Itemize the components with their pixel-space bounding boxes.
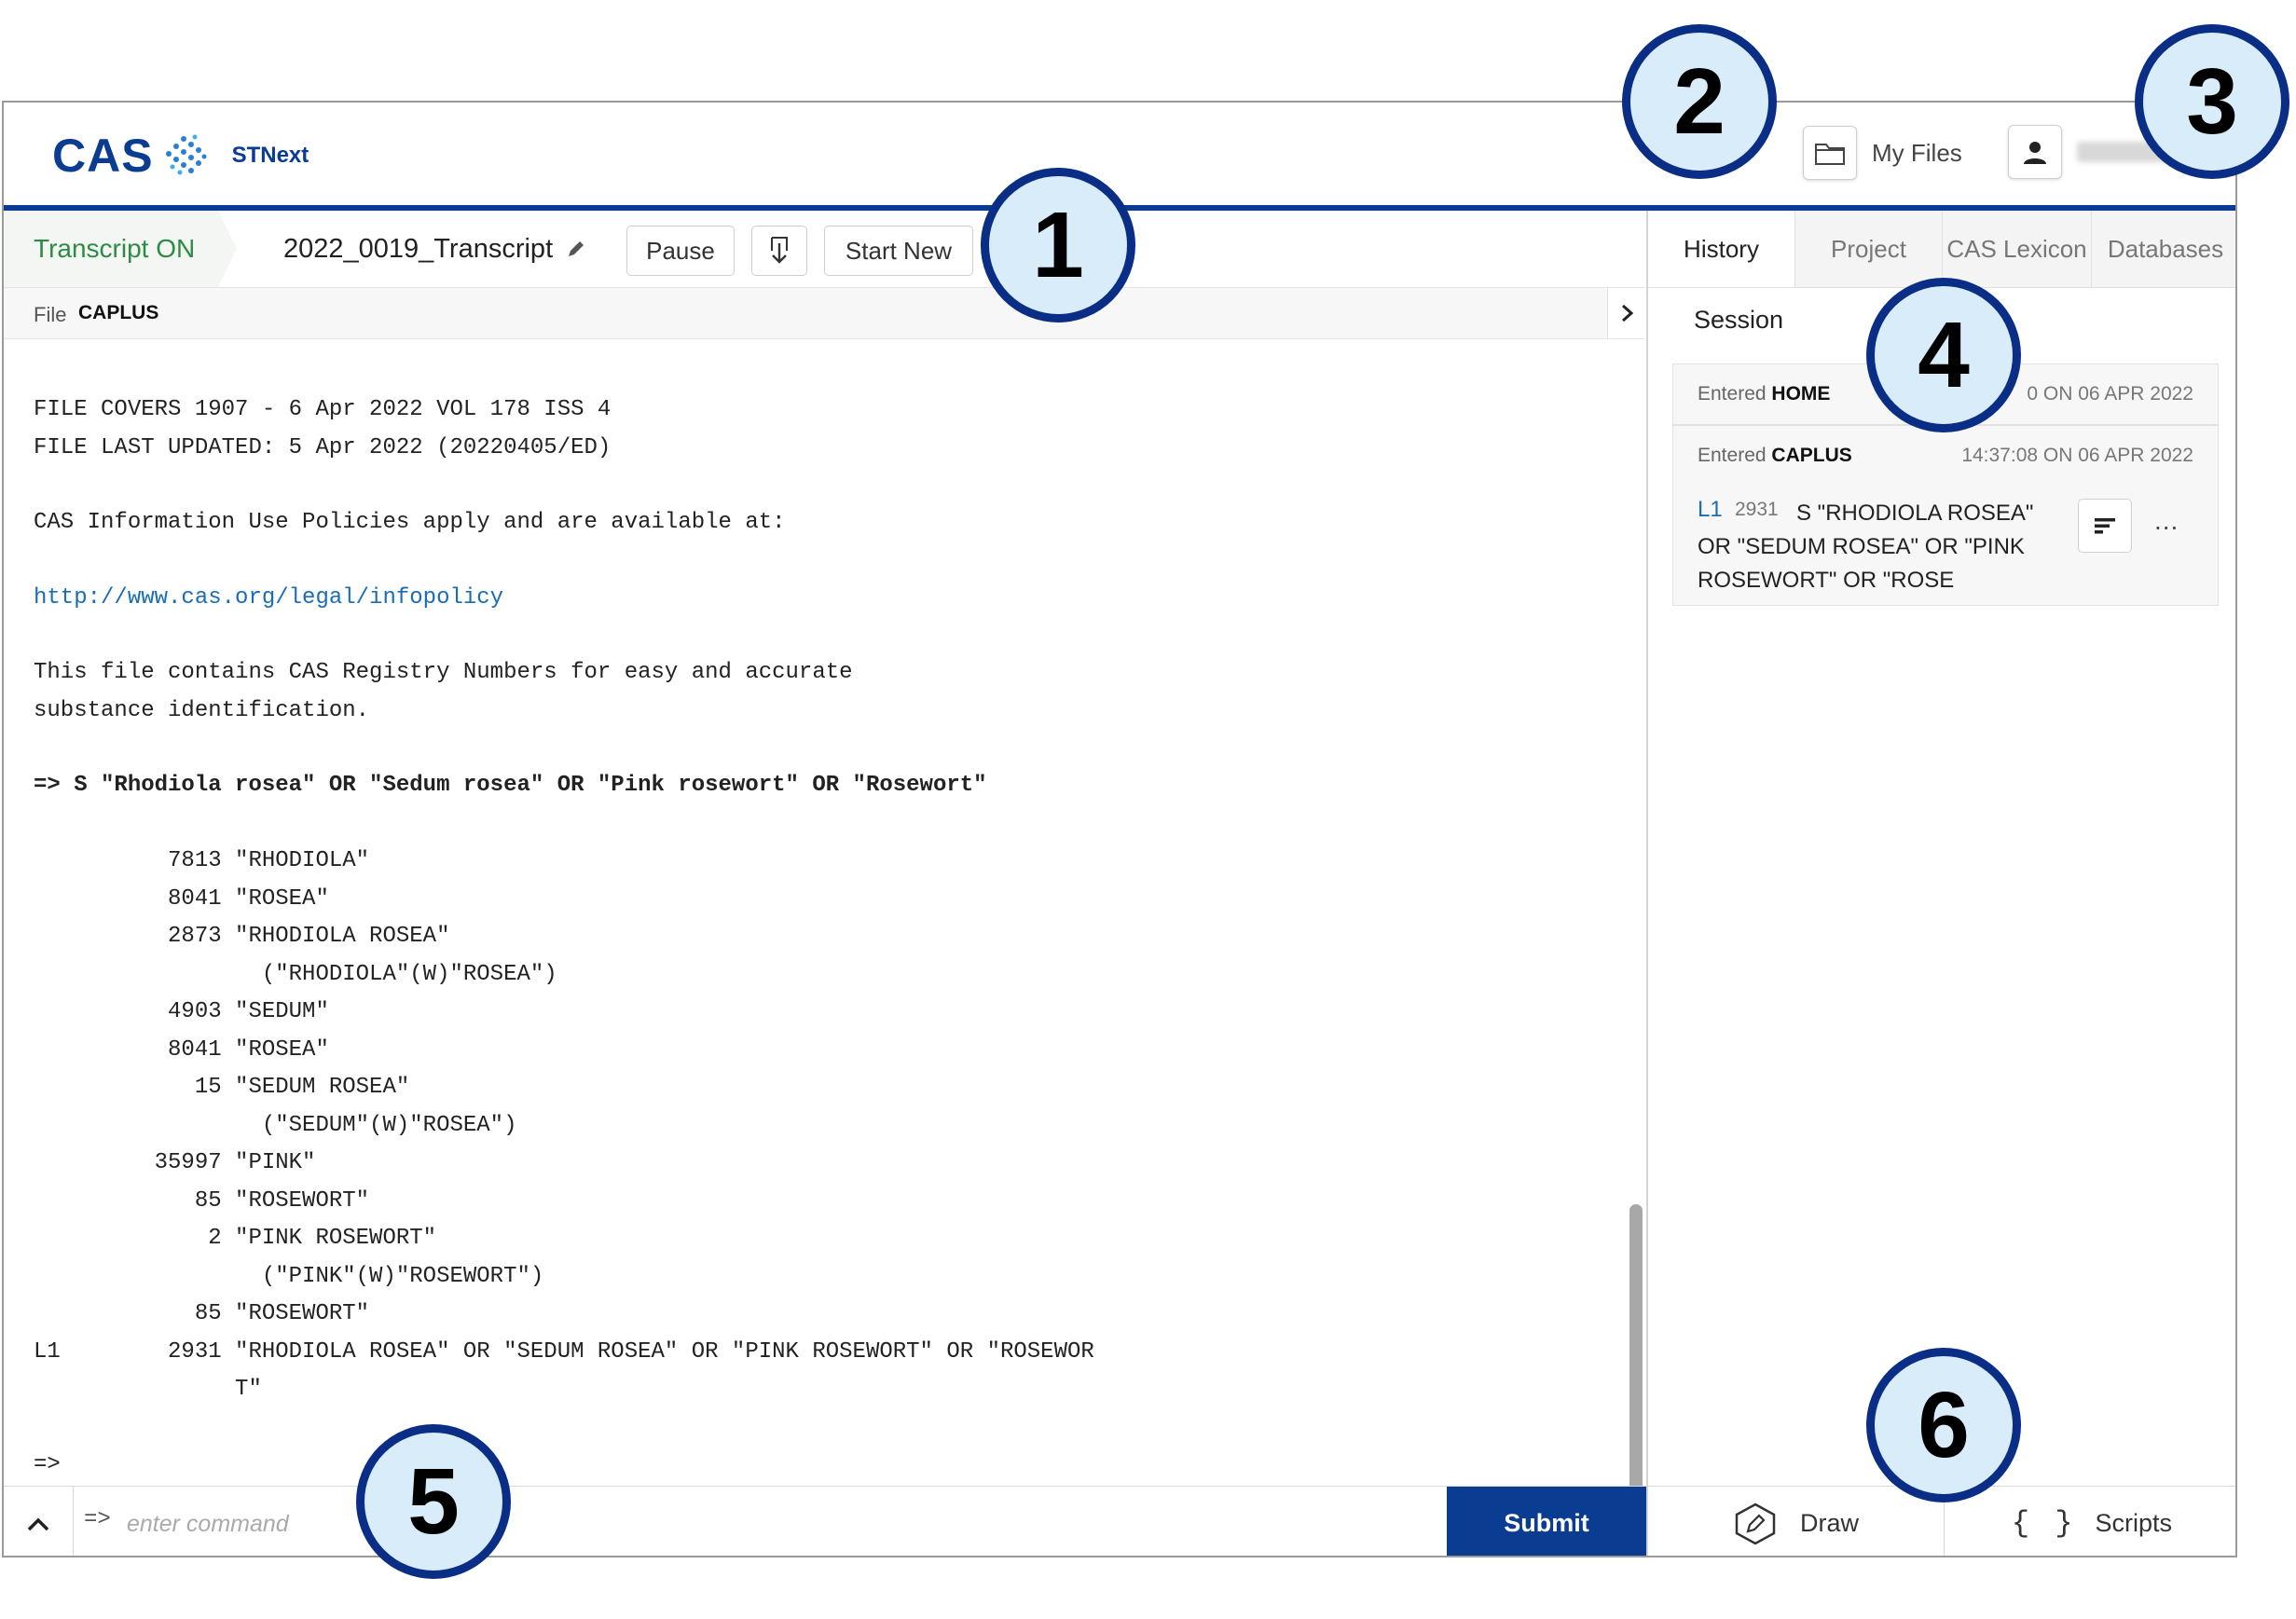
transcript-line: substance identification. (34, 698, 370, 723)
scripts-button[interactable]: { } Scripts (1945, 1487, 2235, 1556)
draw-button[interactable]: Draw (1648, 1487, 1944, 1556)
draw-label: Draw (1799, 1509, 1859, 1537)
my-files-button[interactable]: My Files (1803, 125, 1962, 181)
app-header: CAS STNext My Files (4, 103, 2235, 205)
file-bar: File CAPLUS (4, 288, 1644, 339)
transcript-line: 2 "PINK ROSEWORT" (34, 1226, 437, 1251)
entry-timestamp: 14:37:08 ON 06 APR 2022 (1961, 445, 2193, 466)
query-text: S "RHODIOLA ROSEA" OR "SEDUM ROSEA" OR "… (1698, 501, 2034, 593)
session-heading: Session (1694, 306, 1784, 334)
transcript-output: ' , ' FILE COVERS 1907 - 6 Apr 2022 VOL … (4, 339, 1644, 1495)
logo-swirl-icon (165, 134, 207, 175)
panel-divider (1646, 211, 1648, 1556)
history-entry[interactable]: Entered CAPLUS 14:37:08 ON 06 APR 2022 L… (1672, 425, 2219, 606)
chevron-right-icon (1622, 304, 1634, 322)
transcript-line: ("PINK"(W)"ROSEWORT") (34, 1264, 544, 1289)
transcript-line: FILE LAST UPDATED: 5 Apr 2022 (20220405/… (34, 435, 612, 460)
pause-button[interactable]: Pause (626, 226, 735, 276)
chevron-up-icon (27, 1517, 49, 1530)
transcript-toolbar: Transcript ON 2022_0019_Transcript Pause… (4, 211, 1644, 288)
right-panel-tabs: History Project CAS Lexicon Databases (1648, 211, 2235, 288)
transcript-line: T" (34, 1377, 262, 1402)
more-options-icon[interactable]: ... (2154, 506, 2179, 536)
tab-cas-lexicon[interactable]: CAS Lexicon (1943, 211, 2092, 287)
transcript-line: 35997 "PINK" (34, 1150, 316, 1175)
transcript-name[interactable]: 2022_0019_Transcript (283, 211, 586, 287)
transcript-line: ("RHODIOLA"(W)"ROSEA") (34, 962, 557, 987)
transcript-name-text: 2022_0019_Transcript (283, 233, 554, 264)
transcript-line: 85 "ROSEWORT" (34, 1188, 370, 1214)
transcript-line: 8041 "ROSEA" (34, 886, 329, 912)
draw-pencil-icon (1735, 1502, 1776, 1544)
folder-icon (1803, 126, 1857, 180)
submit-button[interactable]: Submit (1447, 1487, 1646, 1556)
tab-databases[interactable]: Databases (2092, 211, 2235, 287)
start-new-button[interactable]: Start New (824, 226, 973, 276)
callout-3: 3 (2135, 24, 2289, 179)
infopolicy-link[interactable]: http://www.cas.org/legal/infopolicy (34, 585, 503, 611)
transcript-line: 2873 "RHODIOLA ROSEA" (34, 924, 450, 949)
tab-history[interactable]: History (1648, 211, 1795, 287)
file-value: CAPLUS (78, 302, 159, 323)
transcript-line-clipped: ' , ' (34, 339, 168, 342)
transcript-line: CAS Information Use Policies apply and a… (34, 510, 786, 535)
download-transcript-button[interactable] (751, 226, 807, 276)
entry-timestamp: 0 ON 06 APR 2022 (2027, 383, 2193, 405)
callout-4: 4 (1866, 278, 2021, 432)
edit-pencil-icon[interactable] (566, 239, 586, 259)
list-sort-icon (2095, 518, 2115, 534)
callout-2: 2 (1622, 24, 1777, 179)
transcript-line: 8041 "ROSEA" (34, 1037, 329, 1063)
transcript-status[interactable]: Transcript ON (4, 211, 237, 287)
callout-1: 1 (981, 168, 1135, 322)
my-files-label: My Files (1872, 138, 1962, 167)
transcript-line: 15 "SEDUM ROSEA" (34, 1075, 410, 1100)
file-label: File (34, 303, 67, 326)
entered-text: Entered CAPLUS (1698, 445, 1852, 466)
command-bar: => Submit (4, 1486, 1646, 1556)
download-icon (771, 237, 788, 264)
scripts-label: Scripts (2095, 1509, 2173, 1537)
search-command-line: => S "Rhodiola rosea" OR "Sedum rosea" O… (34, 773, 987, 798)
user-icon (2008, 125, 2062, 179)
transcript-line: ("SEDUM"(W)"ROSEA") (34, 1113, 517, 1138)
callout-6: 6 (1866, 1348, 2021, 1502)
expand-panel-button[interactable] (1607, 288, 1647, 338)
command-input[interactable] (125, 1498, 1434, 1550)
logo-text: CAS (52, 130, 154, 182)
command-history-button[interactable] (4, 1487, 74, 1556)
tab-project[interactable]: Project (1795, 211, 1943, 287)
transcript-line: 4903 "SEDUM" (34, 999, 329, 1024)
product-name: STNext (231, 143, 309, 168)
braces-icon: { } (2011, 1506, 2077, 1541)
entered-text: Entered HOME (1698, 383, 1831, 405)
transcript-line: This file contains CAS Registry Numbers … (34, 660, 853, 685)
transcript-line: 7813 "RHODIOLA" (34, 848, 370, 873)
query-details-button[interactable] (2078, 499, 2132, 553)
command-prompt: => (84, 1507, 111, 1532)
callout-5: 5 (356, 1424, 511, 1579)
cas-logo[interactable]: CAS STNext (52, 129, 309, 183)
transcript-scrollbar[interactable] (1629, 1204, 1643, 1493)
transcript-prompt: => (34, 1452, 61, 1477)
answer-set-line: L1 2931 "RHODIOLA ROSEA" OR "SEDUM ROSEA… (34, 1339, 1094, 1365)
transcript-line: 85 "ROSEWORT" (34, 1301, 370, 1326)
transcript-line: FILE COVERS 1907 - 6 Apr 2022 VOL 178 IS… (34, 397, 612, 422)
